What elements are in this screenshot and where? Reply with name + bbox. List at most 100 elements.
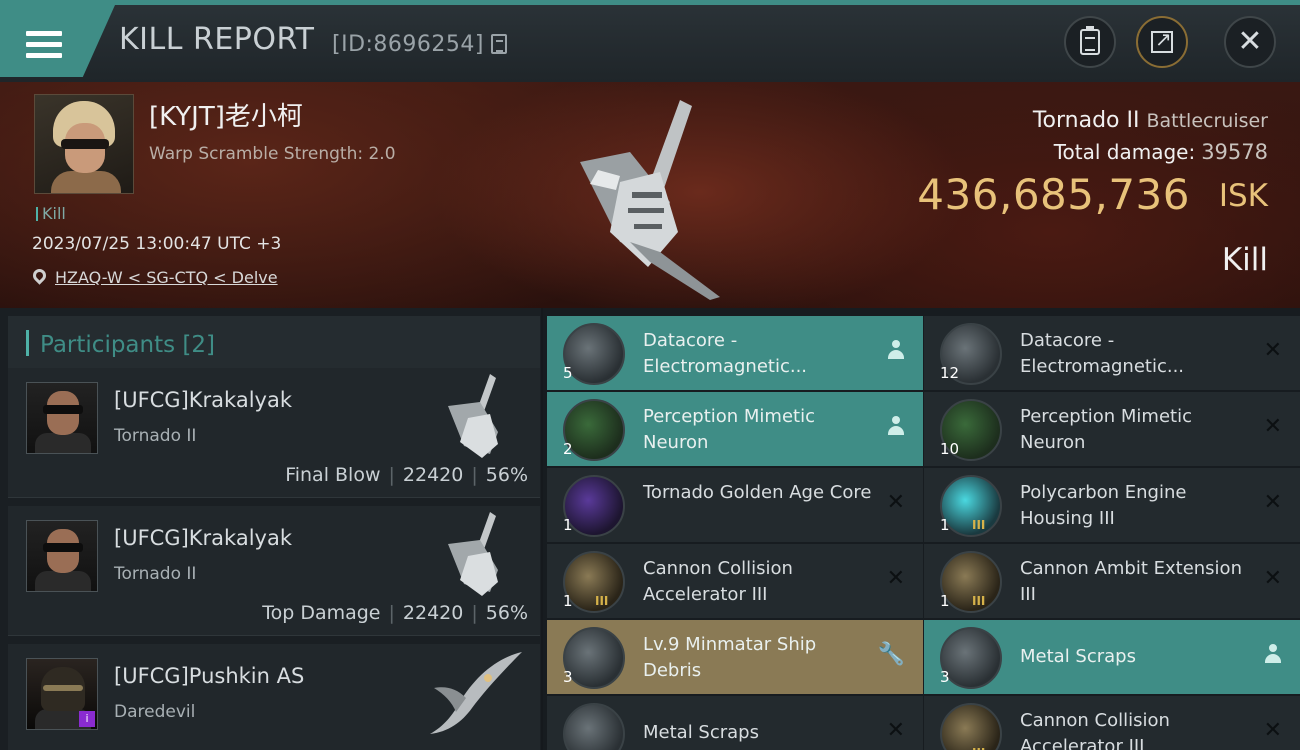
menu-button[interactable] xyxy=(0,5,115,77)
item-quantity: 2 xyxy=(563,440,573,458)
participant-card[interactable]: i [UFCG]Pushkin AS Daredevil xyxy=(8,644,540,750)
dropped-person-icon xyxy=(887,340,905,360)
info-badge-icon: i xyxy=(79,711,95,727)
participants-panel: Participants [2] [UFCG]Krakalyak Tornado… xyxy=(0,308,541,750)
close-button[interactable]: ✕ xyxy=(1224,16,1276,68)
item-name: Lv.9 Minmatar Ship Debris xyxy=(643,634,817,681)
item-tile[interactable]: 1 Tornado Golden Age Core ✕ xyxy=(547,468,923,543)
item-quantity: 5 xyxy=(563,364,573,382)
participant-role: Final Blow xyxy=(285,464,381,486)
destroyed-x-icon: ✕ xyxy=(1263,718,1282,743)
dropped-person-icon xyxy=(1264,644,1282,664)
destroyed-x-icon: ✕ xyxy=(886,490,905,515)
victim-ship-class: Battlecruiser xyxy=(1146,110,1268,132)
destroyed-x-icon: ✕ xyxy=(1263,490,1282,515)
kill-summary-banner: [KYJT]老小柯 Warp Scramble Strength: 2.0 Ki… xyxy=(0,82,1300,308)
item-name: Cannon Collision Accelerator III xyxy=(643,558,793,605)
victim-avatar[interactable] xyxy=(34,94,134,194)
victim-name[interactable]: [KYJT]老小柯 xyxy=(149,96,303,133)
victim-ship-type: Tornado II Battlecruiser xyxy=(1033,108,1268,133)
share-icon xyxy=(1151,27,1173,53)
item-tile[interactable]: 10 Perception Mimetic Neuron ✕ xyxy=(924,392,1300,467)
cannon-module-icon[interactable] xyxy=(940,703,1002,750)
participant-stats: Top Damage | 22420 | 56% xyxy=(262,602,528,624)
copy-id-icon[interactable] xyxy=(491,34,507,54)
item-name: Datacore - Electromagnetic... xyxy=(1020,330,1185,377)
participant-card[interactable]: [UFCG]Krakalyak Tornado II Final Blow | 22… xyxy=(8,368,540,498)
item-tile[interactable]: III Cannon Collision Accelerator III ✕ xyxy=(924,696,1300,750)
hamburger-menu-icon[interactable] xyxy=(26,31,62,59)
item-name: Polycarbon Engine Housing III xyxy=(1020,482,1187,529)
participant-percent: 56% xyxy=(485,464,528,486)
participant-portrait[interactable] xyxy=(26,520,98,592)
kill-datetime: 2023/07/25 13:00:47 UTC +3 xyxy=(32,234,282,254)
close-icon: ✕ xyxy=(1237,24,1263,59)
participant-portrait[interactable] xyxy=(26,382,98,454)
item-name: Perception Mimetic Neuron xyxy=(1020,406,1192,453)
isk-unit: ISK xyxy=(1218,178,1268,214)
item-tile[interactable]: 12 Datacore - Electromagnetic... ✕ xyxy=(924,316,1300,391)
participant-name[interactable]: [UFCG]Krakalyak xyxy=(114,388,292,412)
item-quantity: 1 xyxy=(563,516,573,534)
item-name: Metal Scraps xyxy=(1020,646,1136,667)
participants-header: Participants [2] xyxy=(8,316,540,374)
participant-card[interactable]: [UFCG]Krakalyak Tornado II Top Damage | 22… xyxy=(8,506,540,636)
item-tier-badge: III xyxy=(595,594,609,608)
item-name: Cannon Ambit Extension III xyxy=(1020,558,1242,605)
report-id: [ID:8696254] xyxy=(332,32,484,57)
item-quantity: 10 xyxy=(940,440,960,458)
destroyed-x-icon: ✕ xyxy=(886,566,905,591)
participant-ship: Tornado II xyxy=(114,564,197,584)
item-quantity: 12 xyxy=(940,364,960,382)
item-tile[interactable]: 5 Datacore - Electromagnetic... xyxy=(547,316,923,391)
participant-damage: 22420 xyxy=(402,602,464,624)
item-tier-badge: III xyxy=(972,594,986,608)
item-tile[interactable]: 1 III Cannon Ambit Extension III ✕ xyxy=(924,544,1300,619)
item-tile[interactable]: 1 III Polycarbon Engine Housing III ✕ xyxy=(924,468,1300,543)
item-quantity: 1 xyxy=(563,592,573,610)
participant-stats: Final Blow | 22420 | 56% xyxy=(285,464,528,486)
total-damage-value: 39578 xyxy=(1201,140,1268,164)
participant-portrait[interactable]: i xyxy=(26,658,98,730)
clipboard-button[interactable] xyxy=(1064,16,1116,68)
item-tier-badge: III xyxy=(972,518,986,532)
item-name: Perception Mimetic Neuron xyxy=(643,406,815,453)
item-quantity: 1 xyxy=(940,516,950,534)
items-grid: 5 Datacore - Electromagnetic... 12 Datacore… xyxy=(543,308,1300,750)
kill-result-label: Kill xyxy=(1221,242,1268,278)
participant-name[interactable]: [UFCG]Krakalyak xyxy=(114,526,292,550)
item-tile[interactable]: 1 III Cannon Collision Accelerator III ✕ xyxy=(547,544,923,619)
destroyed-x-icon: ✕ xyxy=(886,718,905,743)
item-tile[interactable]: 2 Perception Mimetic Neuron xyxy=(547,392,923,467)
clipboard-icon xyxy=(1080,26,1100,55)
victim-ship-name: Tornado II xyxy=(1032,108,1140,133)
share-button[interactable] xyxy=(1136,16,1188,68)
participant-ship: Daredevil xyxy=(114,702,196,722)
item-quantity: 3 xyxy=(940,668,950,686)
participant-damage: 22420 xyxy=(402,464,464,486)
participants-title: Participants [2] xyxy=(40,332,215,358)
item-tile[interactable]: 3 Lv.9 Minmatar Ship Debris 🔧 xyxy=(547,620,923,695)
item-tile[interactable]: Metal Scraps ✕ xyxy=(547,696,923,750)
kill-tag: Kill xyxy=(36,204,66,223)
wrench-icon: 🔧 xyxy=(877,642,905,667)
dropped-person-icon xyxy=(887,416,905,436)
item-name: Datacore - Electromagnetic... xyxy=(643,330,808,377)
top-bar: KILL REPORT [ID:8696254] ✕ xyxy=(0,0,1300,82)
metal-scraps-icon[interactable] xyxy=(563,703,625,750)
page-title: KILL REPORT xyxy=(119,22,315,57)
destroyed-x-icon: ✕ xyxy=(1263,414,1282,439)
participant-name[interactable]: [UFCG]Pushkin AS xyxy=(114,664,304,688)
item-tier-badge: III xyxy=(972,746,985,750)
total-damage: Total damage: 39578 xyxy=(1054,140,1268,164)
destroyed-x-icon: ✕ xyxy=(1263,566,1282,591)
victim-ship-render xyxy=(580,100,720,300)
warp-scramble-strength: Warp Scramble Strength: 2.0 xyxy=(149,144,396,164)
item-tile[interactable]: 3 Metal Scraps xyxy=(924,620,1300,695)
participant-role: Top Damage xyxy=(262,602,381,624)
participant-percent: 56% xyxy=(485,602,528,624)
isk-value: 436,685,736 xyxy=(917,170,1190,219)
item-name: Metal Scraps xyxy=(643,722,759,743)
kill-location-link[interactable]: HZAQ-W < SG-CTQ < Delve xyxy=(55,268,278,287)
item-name: Tornado Golden Age Core xyxy=(643,482,872,503)
